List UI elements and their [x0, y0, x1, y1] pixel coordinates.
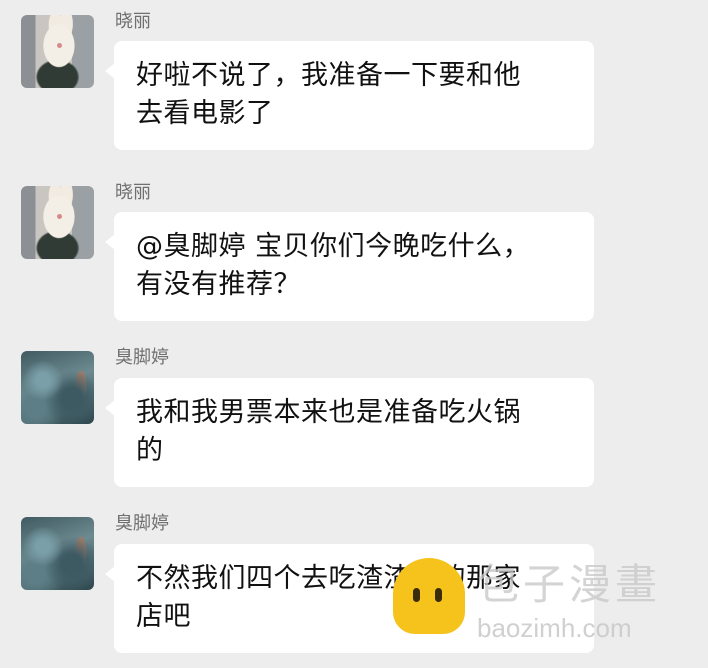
sender-name: 臭脚婷 [115, 347, 169, 368]
sender-name: 晓丽 [115, 11, 151, 32]
message-line: 的 [136, 435, 164, 466]
message-line: 店吧 [136, 601, 191, 632]
message-line: 有没有推荐？ [136, 269, 301, 300]
chat-view: 晓丽 好啦不说了，我准备一下要和他 去看电影了 晓丽 @臭脚婷 宝贝你们今晚吃什… [0, 0, 708, 668]
message-bubble[interactable]: 我和我男票本来也是准备吃火锅 的 [105, 378, 594, 487]
message-line: 不然我们四个去吃渣渣说的那家 [136, 563, 521, 594]
sender-name: 晓丽 [115, 182, 151, 203]
message-line: @臭脚婷 宝贝你们今晚吃什么， [136, 231, 531, 262]
sender-avatar[interactable] [21, 351, 94, 424]
message-line: 去看电影了 [136, 98, 274, 129]
message-bubble[interactable]: 不然我们四个去吃渣渣说的那家 店吧 [105, 544, 594, 653]
sender-avatar[interactable] [21, 517, 94, 590]
message-line: 好啦不说了，我准备一下要和他 [136, 60, 521, 91]
message-bubble[interactable]: @臭脚婷 宝贝你们今晚吃什么， 有没有推荐？ [105, 212, 594, 321]
sender-avatar[interactable] [21, 186, 94, 259]
sender-name: 臭脚婷 [115, 513, 169, 534]
message-line: 我和我男票本来也是准备吃火锅 [136, 397, 521, 428]
sender-avatar[interactable] [21, 15, 94, 88]
message-bubble[interactable]: 好啦不说了，我准备一下要和他 去看电影了 [105, 41, 594, 150]
